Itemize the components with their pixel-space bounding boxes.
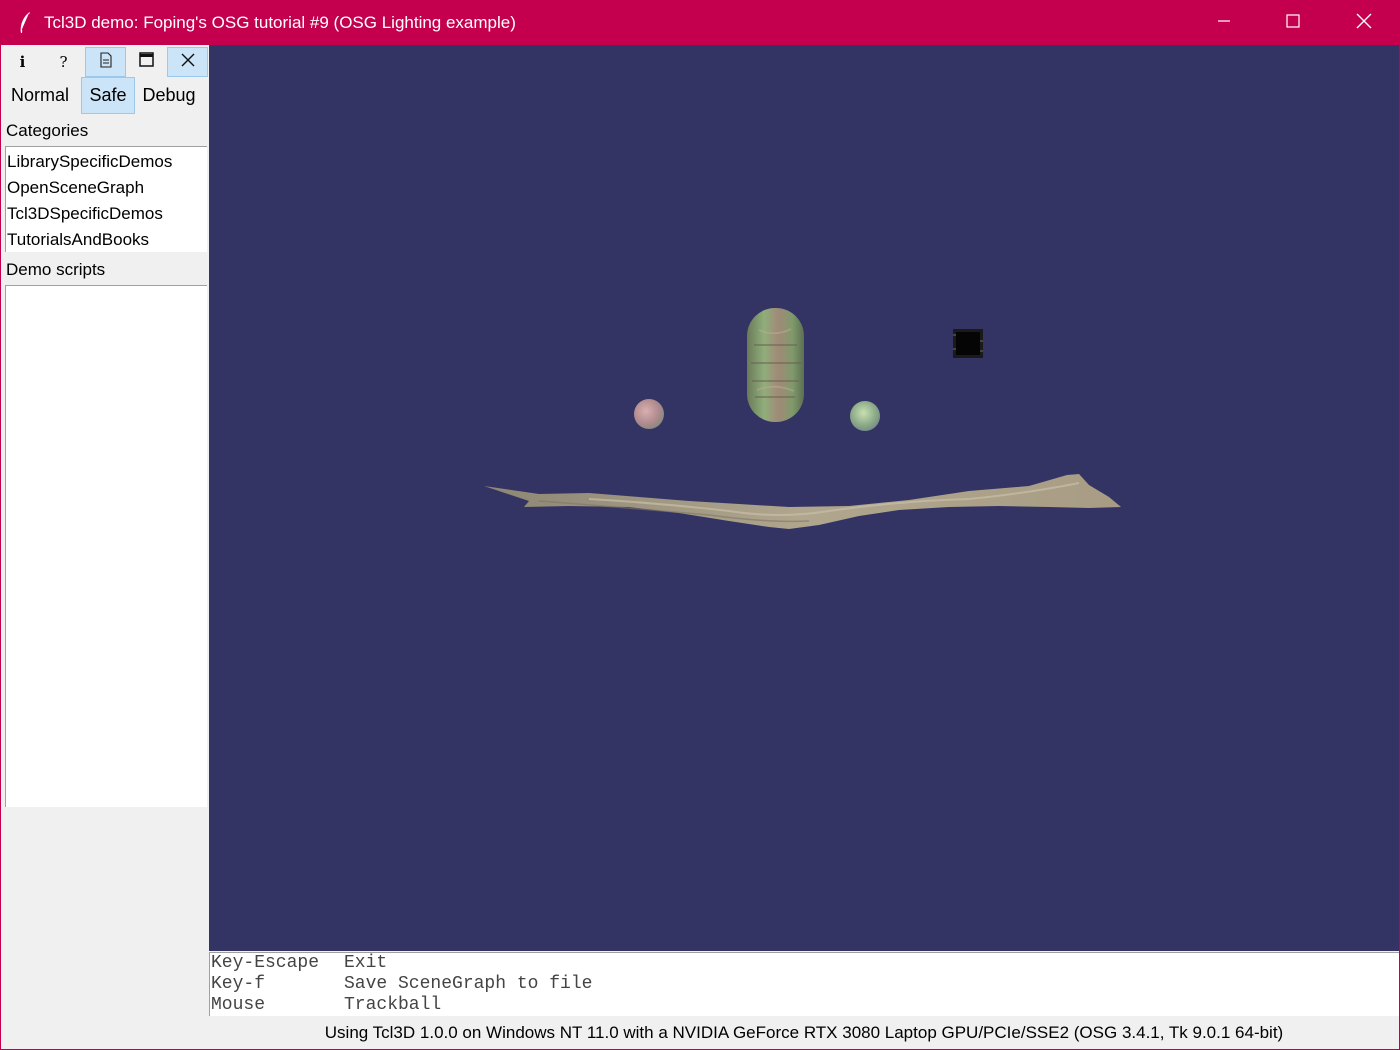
osg-3d-viewport[interactable] <box>209 45 1399 951</box>
category-item-tcl3d-specific-demos[interactable]: Tcl3DSpecificDemos <box>7 204 163 224</box>
fullscreen-button[interactable] <box>126 47 167 77</box>
left-light-sphere <box>634 399 664 429</box>
document-icon <box>99 51 113 73</box>
close-button[interactable] <box>1329 1 1399 45</box>
help-row: Key-Escape Exit <box>211 953 388 973</box>
terrain-mesh <box>484 474 1121 529</box>
mode-debug-button[interactable]: Debug <box>138 77 200 114</box>
help-row: Mouse Trackball <box>211 995 442 1015</box>
close-icon <box>181 53 195 72</box>
categories-label: Categories <box>6 121 89 140</box>
maximize-window-icon <box>139 52 154 72</box>
maximize-button[interactable] <box>1258 1 1328 45</box>
mode-selector: Normal Safe Debug <box>2 77 209 114</box>
feather-icon <box>17 11 33 35</box>
help-icon: ? <box>59 53 68 71</box>
demo-scripts-list[interactable] <box>5 285 207 807</box>
app-window: Tcl3D demo: Foping's OSG tutorial #9 (OS… <box>0 0 1400 1050</box>
info-icon: i <box>19 53 26 71</box>
category-item-tutorials-and-books[interactable]: TutorialsAndBooks <box>7 230 149 250</box>
window-title: Tcl3D demo: Foping's OSG tutorial #9 (OS… <box>44 13 516 32</box>
title-bar[interactable]: Tcl3D demo: Foping's OSG tutorial #9 (OS… <box>1 1 1399 45</box>
document-button[interactable] <box>85 47 126 77</box>
minimize-button[interactable] <box>1189 1 1259 45</box>
help-row: Key-f Save SceneGraph to file <box>211 974 593 994</box>
exit-button[interactable] <box>167 47 208 77</box>
mode-normal-button[interactable]: Normal <box>6 77 74 114</box>
category-item-library-specific-demos[interactable]: LibrarySpecificDemos <box>7 152 172 172</box>
help-button[interactable]: ? <box>43 47 84 77</box>
status-bar: Using Tcl3D 1.0.0 on Windows NT 11.0 wit… <box>209 1017 1399 1049</box>
category-item-openscenegraph[interactable]: OpenSceneGraph <box>7 178 144 198</box>
right-light-sphere <box>850 401 880 431</box>
categories-list[interactable]: LibrarySpecificDemos OpenSceneGraph Tcl3… <box>5 146 207 252</box>
key-help-text[interactable]: Key-Escape Exit Key-f Save SceneGraph to f… <box>209 952 1399 1016</box>
minimize-icon <box>1217 14 1231 33</box>
textured-capsule <box>747 308 804 422</box>
toolbar: i ? <box>2 47 209 77</box>
scene-render <box>484 308 1121 529</box>
mode-safe-button[interactable]: Safe <box>81 77 135 114</box>
dark-cube <box>953 329 983 358</box>
maximize-icon <box>1286 13 1300 33</box>
close-icon <box>1356 13 1372 34</box>
left-panel: i ? Normal Safe Debug Categories Library… <box>2 45 209 1017</box>
info-button[interactable]: i <box>2 47 43 77</box>
demo-scripts-label: Demo scripts <box>6 260 106 279</box>
